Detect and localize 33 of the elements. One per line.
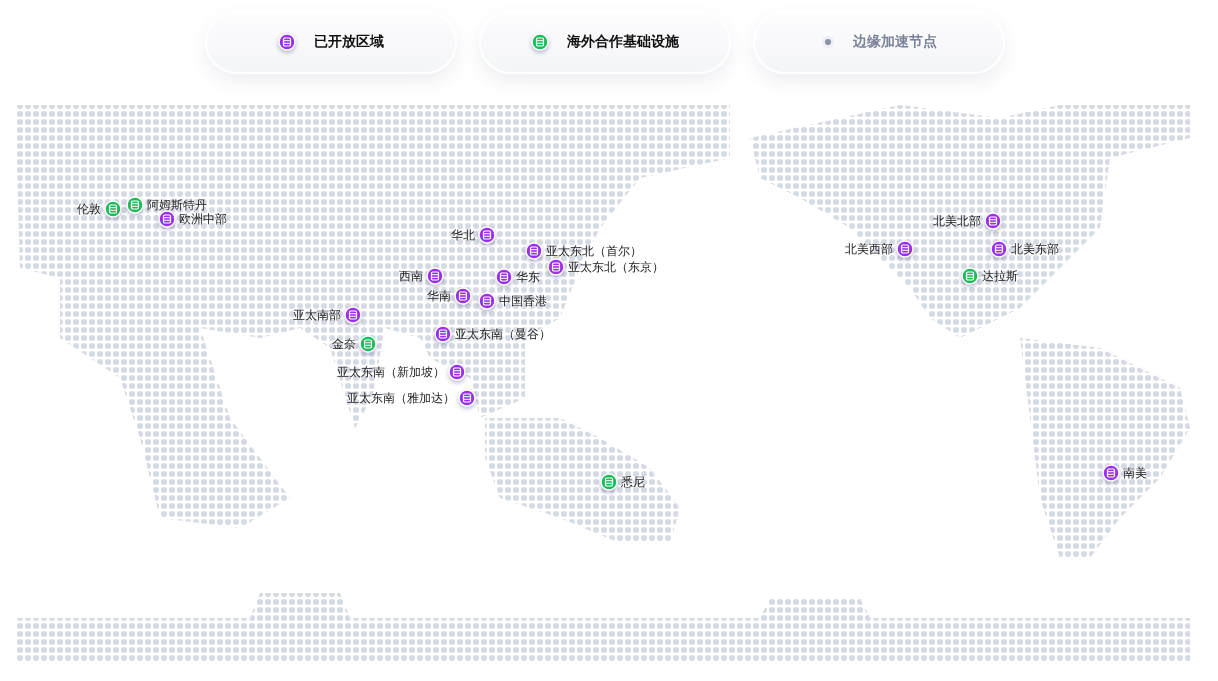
location-label: 亚太东北（东京） <box>568 258 664 276</box>
location-label: 亚太东南（曼谷） <box>455 325 551 343</box>
dot-icon <box>821 35 835 49</box>
location-label: 亚太东北（首尔） <box>546 242 642 260</box>
legend-toggle[interactable]: 海外合作基础设施 <box>479 10 731 74</box>
server-icon <box>448 363 466 381</box>
location-label: 华东 <box>516 268 540 286</box>
legend-toggle[interactable]: 边缘加速节点 <box>753 10 1005 74</box>
location-label: 亚太南部 <box>293 306 341 324</box>
server-icon <box>547 258 565 276</box>
location-label: 华北 <box>451 226 475 244</box>
location-label: 伦敦 <box>77 200 101 218</box>
server-icon <box>531 33 549 51</box>
location-label: 悉尼 <box>621 473 645 491</box>
location-label: 南美 <box>1123 464 1147 482</box>
location-label: 金奈 <box>332 335 356 353</box>
location-label: 北美北部 <box>933 212 981 230</box>
server-icon <box>525 242 543 260</box>
server-icon <box>961 267 979 285</box>
location-label: 北美西部 <box>845 240 893 258</box>
server-icon <box>278 33 296 51</box>
location-label: 亚太东南（新加坡） <box>337 363 445 381</box>
legend-toggle[interactable]: 已开放区域 <box>205 10 457 74</box>
location-label: 华南 <box>427 287 451 305</box>
location-label: 西南 <box>399 267 423 285</box>
location-label: 阿姆斯特丹 <box>147 196 207 213</box>
server-icon <box>458 389 476 407</box>
location-label: 亚太东南（雅加达） <box>347 389 455 407</box>
location-label: 中国香港 <box>499 292 547 310</box>
location-label: 欧洲中部 <box>179 211 227 228</box>
server-icon <box>426 267 444 285</box>
location-label: 北美东部 <box>1011 240 1059 258</box>
location-label: 达拉斯 <box>982 267 1018 285</box>
